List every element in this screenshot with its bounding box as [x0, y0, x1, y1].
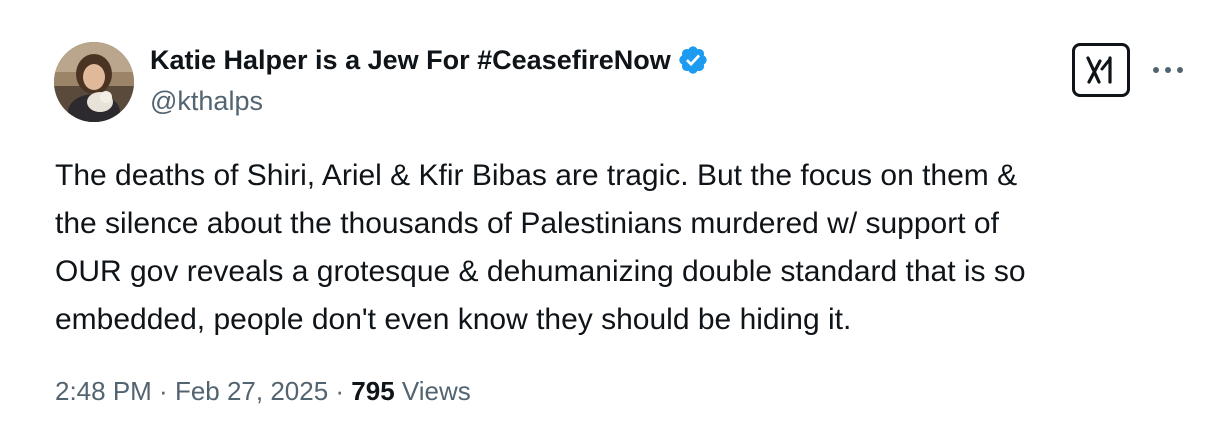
tweet-card: Katie Halper is a Jew For #CeasefireNow …	[0, 0, 1214, 440]
tweet-time[interactable]: 2:48 PM	[55, 376, 152, 406]
views-label: Views	[394, 376, 471, 406]
meta-separator: ·	[328, 376, 352, 406]
tweet-text: The deaths of Shiri, Ariel & Kfir Bibas …	[55, 159, 1026, 336]
avatar[interactable]	[54, 42, 134, 122]
author-name[interactable]: Katie Halper is a Jew For #CeasefireNow	[150, 44, 709, 76]
more-button[interactable]	[1150, 56, 1186, 84]
author-handle[interactable]: @kthalps	[150, 86, 263, 117]
tweet-meta: 2:48 PM · Feb 27, 2025 · 795 Views	[55, 376, 471, 407]
verified-badge-icon	[677, 44, 709, 76]
views-count[interactable]: 795	[351, 376, 394, 406]
more-icon	[1153, 67, 1183, 73]
author-name-text: Katie Halper is a Jew For #CeasefireNow	[150, 44, 671, 75]
tweet-date[interactable]: Feb 27, 2025	[175, 376, 328, 406]
grok-icon	[1086, 56, 1112, 84]
meta-separator: ·	[151, 376, 175, 406]
grok-button[interactable]	[1072, 43, 1130, 97]
